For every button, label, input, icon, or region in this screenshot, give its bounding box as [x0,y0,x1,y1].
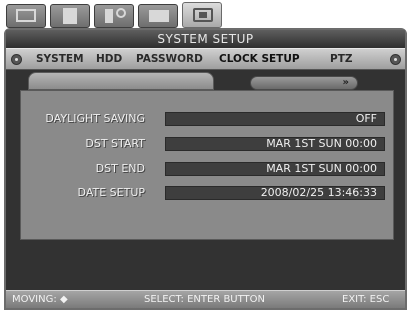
menu-item-password[interactable]: PASSWORD [136,52,203,67]
exit-hint: EXIT: ESC [342,294,390,305]
document-icon[interactable] [50,4,90,28]
menu-scroll-left-button[interactable] [11,54,22,65]
monitor-icon[interactable] [6,4,46,28]
dst-start-label: DST START [85,137,145,150]
menu-item-system[interactable]: SYSTEM [36,52,84,67]
setup-window: SYSTEM SETUP SYSTEM HDD PASSWORD CLOCK S… [4,28,407,310]
settings-panel: DAYLIGHT SAVING OFF DST START MAR 1ST SU… [20,90,394,240]
date-setup-label: DATE SETUP [77,186,145,199]
moving-hint: MOVING: [12,294,57,305]
dst-start-field[interactable]: MAR 1ST SUN 00:00 [165,137,385,151]
dst-end-label: DST END [95,162,145,175]
daylight-saving-field[interactable]: OFF [165,112,385,126]
menu-item-clock-setup[interactable]: CLOCK SETUP [219,52,300,67]
camera-icon[interactable] [138,4,178,28]
dst-end-field[interactable]: MAR 1ST SUN 00:00 [165,162,385,176]
top-icon-bar [6,2,236,28]
daylight-saving-label: DAYLIGHT SAVING [45,112,145,125]
subtab-active[interactable] [28,72,214,90]
status-bar: MOVING: ◆ SELECT: ENTER BUTTON EXIT: ESC [6,290,405,308]
left-right-arrows-icon: ◆ [60,294,68,305]
date-setup-field[interactable]: 2008/02/25 13:46:33 [165,186,385,200]
network-icon[interactable] [94,4,134,28]
menu-item-hdd[interactable]: HDD [96,52,122,67]
subtab-next-button[interactable]: » [250,76,358,90]
window-title: SYSTEM SETUP [6,30,405,48]
menu-bar: SYSTEM HDD PASSWORD CLOCK SETUP PTZ [6,48,405,70]
settings-icon[interactable] [182,2,222,28]
select-hint: SELECT: ENTER BUTTON [144,294,266,305]
menu-item-ptz[interactable]: PTZ [330,52,352,67]
menu-scroll-right-button[interactable] [390,54,401,65]
